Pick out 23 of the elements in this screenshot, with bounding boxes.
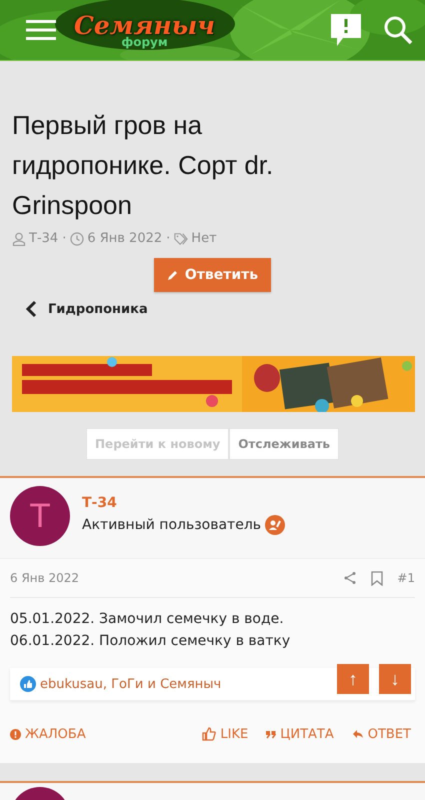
thread-title: Первый гров на гидропонике. Сорт dr. Grinspoon [12, 109, 274, 222]
reaction-users-link[interactable]: ebukusau, ГоГи и Семяныч [40, 676, 222, 692]
scroll-button[interactable]: ↓ [379, 664, 411, 694]
post-text: 06.01.2022. Положил семечку в ватку [10, 632, 292, 651]
thread-tags: Нет [191, 231, 217, 246]
user-title: Активный пользователь [82, 517, 262, 533]
separator-dot: · [166, 231, 170, 246]
user-avatar[interactable]: Т [10, 486, 70, 546]
reply-button[interactable]: Ответить [154, 258, 272, 292]
post-text: 05.01.2022. Замочил семечку в воде. [10, 610, 285, 629]
scroll-button[interactable]: ↑ [337, 664, 369, 694]
username-link[interactable]: Т-34 [82, 495, 286, 511]
post-date[interactable]: 6 Янв 2022 [10, 571, 80, 585]
author-link[interactable]: Т-34 [29, 231, 58, 246]
post-action-link[interactable]: ЖАЛОБА [10, 726, 86, 742]
breadcrumb-link[interactable]: Гидропоника [24, 300, 148, 318]
post-number[interactable]: #1 [397, 571, 415, 585]
post-action-link[interactable]: ОТВЕТ [352, 726, 411, 742]
thread-date: 6 Янв 2022 [87, 231, 162, 246]
post-action-link[interactable]: LIKE [202, 726, 248, 742]
thread-action-button[interactable]: Отслеживать [229, 428, 339, 460]
separator-dot: · [62, 231, 66, 246]
post-action-link[interactable]: ЦИТАТА [266, 726, 334, 742]
